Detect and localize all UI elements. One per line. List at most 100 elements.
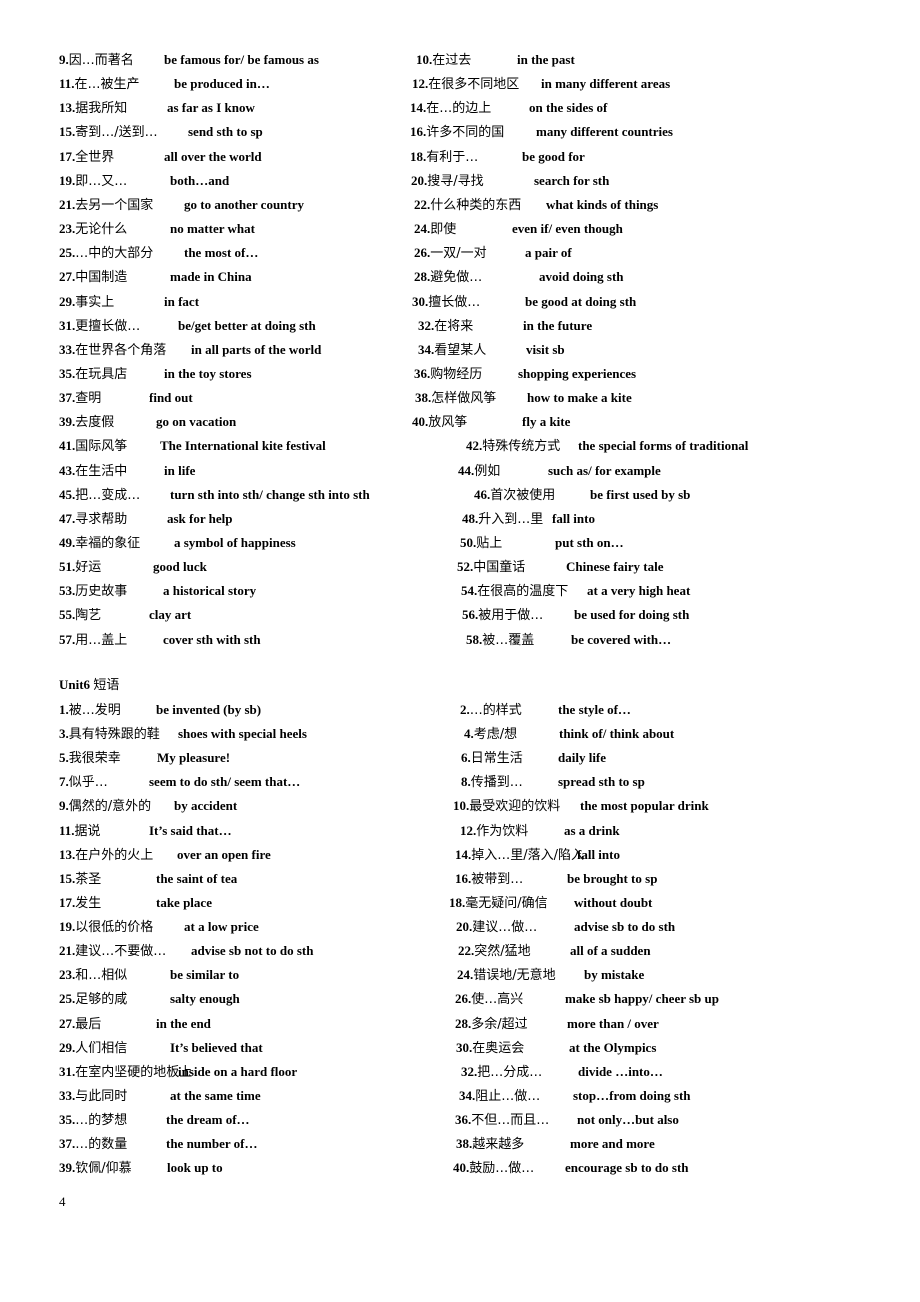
phrase-entry-right: 12.在很多不同地区 in many different areas [412, 76, 670, 93]
chinese-phrase: 建议…不要做… [75, 944, 167, 959]
english-phrase: good luck [153, 559, 207, 574]
english-phrase: in the future [523, 318, 593, 333]
chinese-phrase: 搜寻/寻找 [427, 174, 484, 189]
entry-number: 33. [59, 342, 76, 357]
english-phrase: spread sth to sp [558, 774, 645, 789]
entry-number: 10. [453, 798, 470, 813]
phrase-entry-right: 12.作为饮料 as a drink [460, 823, 620, 840]
entry-number: 32. [461, 1064, 478, 1079]
phrase-entry-left: 37.查明 find out [59, 390, 193, 407]
document-page: 9.因…而著名 be famous for/ be famous as 10.在过去… [0, 0, 920, 1302]
english-phrase: be/get better at doing sth [178, 318, 316, 333]
entry-number: 21. [59, 943, 76, 958]
unit6-heading: Unit6 短语 [59, 677, 119, 694]
phrase-entry-right: 36.购物经历 shopping experiences [414, 366, 636, 383]
phrase-entry-right: 24.错误地/无意地 by mistake [457, 967, 644, 984]
english-phrase: be good at doing sth [525, 294, 637, 309]
chinese-phrase: 寻求帮助 [75, 512, 128, 527]
english-phrase: advise sb not to do sth [191, 943, 314, 958]
english-phrase: find out [149, 390, 193, 405]
entry-number: 10. [416, 52, 433, 67]
entry-number: 12. [412, 76, 429, 91]
english-phrase: cover sth with sth [163, 632, 261, 647]
chinese-phrase: 最受欢迎的饮料 [469, 799, 561, 814]
phrase-entry-right: 18.毫无疑问/确信 without doubt [449, 895, 652, 912]
chinese-phrase: 茶圣 [75, 872, 102, 887]
entry-number: 22. [458, 943, 475, 958]
english-phrase: go to another country [184, 197, 305, 212]
phrase-entry-right: 20.搜寻/寻找 search for sth [411, 173, 609, 190]
phrase-entry-left: 53.历史故事 a historical story [59, 583, 256, 600]
phrase-entry-left: 17.发生 take place [59, 895, 212, 912]
entry-number: 2. [460, 702, 470, 717]
chinese-phrase: 更擅长做… [75, 319, 141, 334]
chinese-phrase: 建议…做… [472, 920, 538, 935]
phrase-entry-left: 17.全世界 all over the world [59, 149, 262, 166]
english-phrase: without doubt [574, 895, 653, 910]
entry-number: 40. [453, 1160, 470, 1175]
entry-number: 30. [412, 294, 429, 309]
phrase-entry-right: 6.日常生活 daily life [461, 750, 606, 767]
english-phrase: many different countries [536, 124, 673, 139]
phrase-entry-left: 47.寻求帮助 ask for help [59, 511, 233, 528]
heading-chinese-label: 短语 [93, 678, 120, 693]
phrase-entry-right: 38.怎样做风筝 how to make a kite [415, 390, 632, 407]
chinese-phrase: 在过去 [432, 53, 472, 68]
chinese-phrase: 被带到… [471, 872, 524, 887]
phrase-entry-left: 35.…的梦想 the dream of… [59, 1112, 250, 1129]
english-phrase: the most popular drink [580, 798, 709, 813]
chinese-phrase: 足够的咸 [75, 992, 128, 1007]
entry-number: 37. [59, 1136, 76, 1151]
english-phrase: encourage sb to do sth [565, 1160, 689, 1175]
entry-number: 53. [59, 583, 76, 598]
entry-number: 19. [59, 173, 76, 188]
entry-number: 31. [59, 318, 76, 333]
chinese-phrase: 即…又… [75, 174, 128, 189]
entry-number: 23. [59, 221, 76, 236]
chinese-phrase: 去度假 [75, 415, 115, 430]
entry-number: 25. [59, 991, 76, 1006]
entry-number: 14. [455, 847, 472, 862]
entry-number: 26. [455, 991, 472, 1006]
english-phrase: daily life [558, 750, 607, 765]
phrase-entry-right: 8.传播到… spread sth to sp [461, 774, 645, 791]
phrase-entry-right: 44.例如 such as/ for example [458, 463, 661, 480]
chinese-phrase: 在…的边上 [426, 101, 492, 116]
english-phrase: both…and [170, 173, 230, 188]
phrase-entry-left: 43.在生活中 in life [59, 463, 195, 480]
chinese-phrase: 首次被使用 [490, 488, 556, 503]
entry-number: 38. [415, 390, 432, 405]
english-phrase: the special forms of traditional [578, 438, 749, 453]
chinese-phrase: 幸福的象征 [75, 536, 141, 551]
phrase-entry-right: 22.突然/猛地 all of a sudden [458, 943, 651, 960]
chinese-phrase: 最后 [75, 1017, 102, 1032]
phrase-entry-right: 38.越来越多 more and more [456, 1136, 655, 1153]
phrase-entry-right: 28.多余/超过 more than / over [455, 1016, 659, 1033]
chinese-phrase: 在将来 [434, 319, 474, 334]
entry-number: 51. [59, 559, 76, 574]
chinese-phrase: 去另一个国家 [75, 198, 154, 213]
phrase-entry-right: 14.掉入…里/落入/陷入 fall into [455, 847, 620, 864]
entry-number: 1. [59, 702, 69, 717]
entry-number: 55. [59, 607, 76, 622]
entry-number: 34. [418, 342, 435, 357]
phrase-entry-right: 4.考虑/想 think of/ think about [464, 726, 674, 743]
entry-number: 18. [449, 895, 466, 910]
english-phrase: ask for help [167, 511, 233, 526]
phrase-entry-right: 28.避免做… avoid doing sth [414, 269, 624, 286]
english-phrase: It’s believed that [170, 1040, 263, 1055]
chinese-phrase: 把…分成… [477, 1065, 543, 1080]
phrase-entry-right: 34.看望某人 visit sb [418, 342, 565, 359]
english-phrase: avoid doing sth [539, 269, 624, 284]
phrase-entry-right: 46.首次被使用 be first used by sb [474, 487, 690, 504]
entry-number: 22. [414, 197, 431, 212]
entry-number: 3. [59, 726, 69, 741]
english-phrase: in the past [517, 52, 575, 67]
english-phrase: not only…but also [577, 1112, 679, 1127]
phrase-entry-right: 16.许多不同的国 many different countries [410, 124, 673, 141]
entry-number: 44. [458, 463, 475, 478]
phrase-entry-left: 51.好运 good luck [59, 559, 207, 576]
english-phrase: salty enough [170, 991, 240, 1006]
phrase-entry-right: 56.被用于做… be used for doing sth [462, 607, 689, 624]
english-phrase: put sth on… [555, 535, 624, 550]
